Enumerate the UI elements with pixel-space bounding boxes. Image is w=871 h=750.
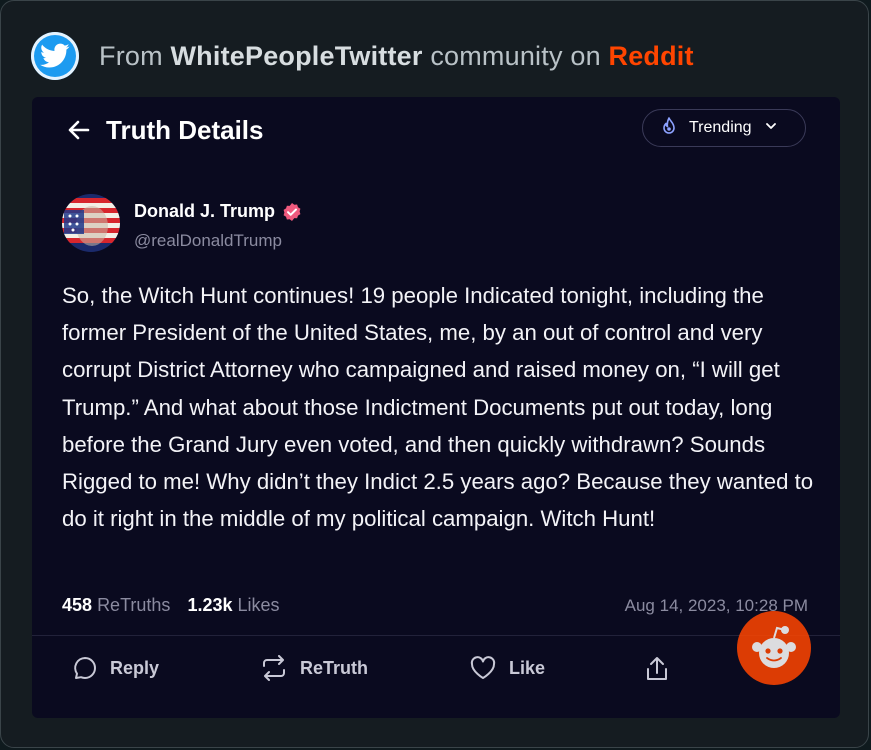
retruth-label: ReTruth <box>300 657 369 678</box>
author-handle[interactable]: @realDonaldTrump <box>134 231 282 251</box>
source-text: From WhitePeopleTwitter community on Red… <box>99 41 694 72</box>
share-icon <box>644 655 670 683</box>
source-middle: community on <box>430 40 601 71</box>
like-button[interactable]: Like <box>469 655 545 681</box>
trending-label: Trending <box>689 119 752 136</box>
like-heart-icon <box>469 655 497 681</box>
card-header: Truth Details Trending <box>32 97 840 167</box>
author-name-text: Donald J. Trump <box>134 201 276 221</box>
author-name[interactable]: Donald J. Trump <box>134 201 302 222</box>
back-arrow-icon[interactable] <box>66 117 92 143</box>
retruth-icon <box>260 655 288 681</box>
divider <box>32 635 840 636</box>
truth-card: Truth Details Trending Donald J. Trump @… <box>32 97 840 718</box>
likes-label: Likes <box>237 595 280 615</box>
twitter-bird-icon <box>31 32 79 80</box>
like-label: Like <box>509 657 546 678</box>
likes-count[interactable]: 1.23k <box>187 595 232 615</box>
page-title: Truth Details <box>106 115 264 145</box>
share-button[interactable] <box>644 655 670 683</box>
reddit-snoo-icon[interactable] <box>737 611 811 685</box>
community-name[interactable]: WhitePeopleTwitter <box>171 41 423 71</box>
source-prefix: From <box>99 40 163 71</box>
trending-dropdown[interactable]: Trending <box>642 109 806 147</box>
retruths-count[interactable]: 458 <box>62 595 92 615</box>
source-attribution: From WhitePeopleTwitter community on Red… <box>31 31 694 81</box>
trending-flame-icon <box>659 116 679 141</box>
reply-icon <box>72 655 98 681</box>
post-stats: 458 ReTruths 1.23k Likes <box>62 595 280 616</box>
verified-badge-icon <box>282 202 302 222</box>
retruth-button[interactable]: ReTruth <box>260 655 368 681</box>
post-text: So, the Witch Hunt continues! 19 people … <box>62 283 814 532</box>
platform-name[interactable]: Reddit <box>609 41 694 71</box>
avatar[interactable] <box>62 194 120 252</box>
chevron-down-icon <box>764 119 778 138</box>
retruths-label: ReTruths <box>97 595 171 615</box>
screenshot-frame: From WhitePeopleTwitter community on Red… <box>0 0 869 748</box>
reply-label: Reply <box>110 657 160 678</box>
reply-button[interactable]: Reply <box>72 655 159 681</box>
